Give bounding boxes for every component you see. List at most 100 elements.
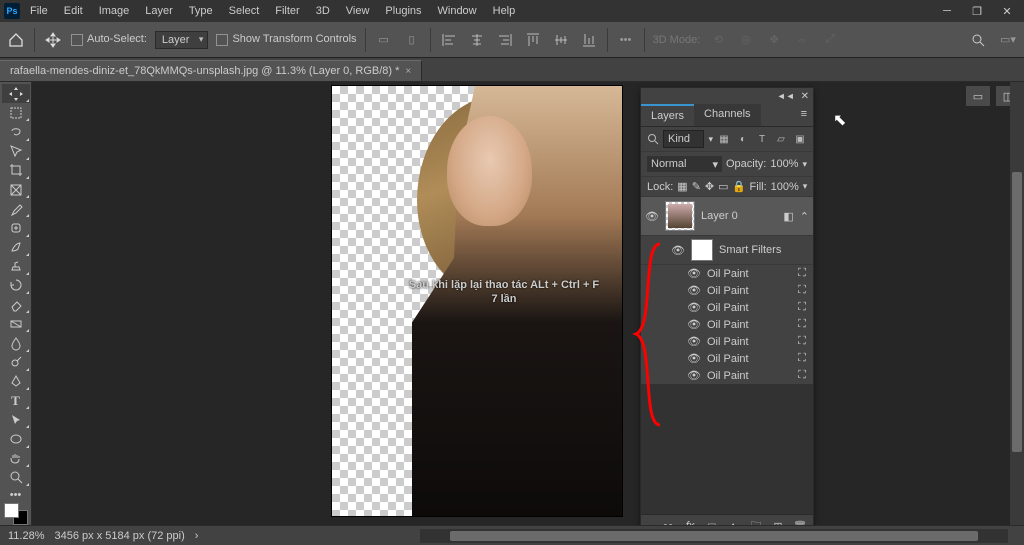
dodge-tool[interactable] — [2, 353, 30, 372]
auto-select-checkbox[interactable]: Auto-Select: — [71, 33, 147, 45]
lock-artboard-icon[interactable]: ▭ — [718, 180, 728, 193]
document-tab[interactable]: rafaella-mendes-diniz-et_78QkMMQs-unspla… — [0, 60, 422, 81]
pen-tool[interactable] — [2, 372, 30, 391]
horizontal-scrollbar[interactable] — [420, 529, 1008, 543]
more-icon[interactable]: ••• — [616, 30, 636, 50]
lasso-tool[interactable] — [2, 122, 30, 141]
smart-filters-row[interactable]: 👁 Smart Filters — [641, 236, 813, 265]
filter-settings-icon[interactable]: ⛶ — [795, 352, 809, 365]
visibility-icon[interactable]: 👁 — [687, 335, 701, 348]
close-button[interactable]: ✕ — [994, 0, 1020, 22]
gradient-tool[interactable] — [2, 314, 30, 333]
visibility-icon[interactable]: 👁 — [645, 210, 659, 223]
color-wells[interactable] — [4, 503, 28, 525]
tab-layers[interactable]: Layers — [641, 104, 694, 126]
filter-type-icon[interactable]: T — [755, 132, 769, 146]
panel-menu-icon[interactable]: ≡ — [795, 104, 813, 126]
crop-tool[interactable] — [2, 161, 30, 180]
hand-tool[interactable] — [2, 449, 30, 468]
shape-tool[interactable] — [2, 429, 30, 448]
smart-filters-mask[interactable] — [691, 239, 713, 261]
zoom-level[interactable]: 11.28% — [8, 530, 45, 542]
visibility-icon[interactable]: 👁 — [687, 318, 701, 331]
filter-settings-icon[interactable]: ⛶ — [795, 369, 809, 382]
fill-value[interactable]: 100% — [771, 181, 799, 193]
visibility-icon[interactable]: 👁 — [671, 244, 685, 257]
filter-row[interactable]: 👁Oil Paint⛶ — [641, 282, 813, 299]
filter-row[interactable]: 👁Oil Paint⛶ — [641, 299, 813, 316]
menu-type[interactable]: Type — [183, 3, 219, 19]
doc-dimensions[interactable]: 3456 px x 5184 px (72 ppi) — [55, 530, 185, 542]
panel-collapse-icon[interactable]: ◄◄ — [777, 91, 795, 101]
healing-tool[interactable] — [2, 218, 30, 237]
search-icon[interactable] — [968, 30, 988, 50]
path-selection-tool[interactable] — [2, 410, 30, 429]
edit-toolbar-icon[interactable]: ••• — [7, 490, 25, 500]
align-middle-icon[interactable] — [551, 30, 571, 50]
auto-select-target-dropdown[interactable]: Layer — [155, 31, 209, 49]
layer-0[interactable]: 👁 Layer 0 ◧ ⌃ — [641, 197, 813, 236]
lock-position-icon[interactable]: ✥ — [705, 180, 714, 193]
foreground-color[interactable] — [4, 503, 19, 518]
document-tab-close-icon[interactable]: × — [405, 66, 411, 77]
home-icon[interactable] — [6, 30, 26, 50]
expand-icon[interactable]: ⌃ — [800, 210, 809, 223]
menu-3d[interactable]: 3D — [310, 3, 336, 19]
type-tool[interactable]: T — [2, 391, 30, 410]
menu-layer[interactable]: Layer — [139, 3, 179, 19]
filter-row[interactable]: 👁Oil Paint⛶ — [641, 333, 813, 350]
marquee-tool[interactable] — [2, 103, 30, 122]
canvas-area[interactable]: Sau khi lặp lại thao tác ALt + Ctrl + F … — [32, 82, 1024, 525]
tab-channels[interactable]: Channels — [694, 104, 760, 126]
lock-all-icon[interactable]: 🔒 — [733, 180, 746, 193]
filter-row[interactable]: 👁Oil Paint⛶ — [641, 265, 813, 282]
lock-transparency-icon[interactable]: ▦ — [677, 180, 687, 193]
artboard-tool-icon[interactable]: ▭ — [966, 86, 990, 106]
layer-thumbnail[interactable] — [665, 201, 695, 231]
filter-settings-icon[interactable]: ⛶ — [795, 318, 809, 331]
status-menu-icon[interactable]: › — [195, 530, 199, 542]
zoom-tool[interactable] — [2, 468, 30, 487]
menu-file[interactable]: File — [24, 3, 54, 19]
clone-stamp-tool[interactable] — [2, 257, 30, 276]
filter-settings-icon[interactable]: ⛶ — [795, 301, 809, 314]
filter-adjust-icon[interactable]: ◐ — [736, 132, 750, 146]
blur-tool[interactable] — [2, 333, 30, 352]
restore-button[interactable]: ❐ — [964, 0, 990, 22]
lock-paint-icon[interactable]: ✎ — [692, 180, 701, 193]
history-brush-tool[interactable] — [2, 276, 30, 295]
eyedropper-tool[interactable] — [2, 199, 30, 218]
menu-window[interactable]: Window — [432, 3, 483, 19]
filter-row[interactable]: 👁Oil Paint⛶ — [641, 350, 813, 367]
frame-tool[interactable] — [2, 180, 30, 199]
visibility-icon[interactable]: 👁 — [687, 267, 701, 280]
align-left-icon[interactable] — [439, 30, 459, 50]
filter-settings-icon[interactable]: ⛶ — [795, 267, 809, 280]
layer-name[interactable]: Layer 0 — [701, 210, 738, 222]
filter-smart-icon[interactable]: ▣ — [793, 132, 807, 146]
align-bottom-icon[interactable] — [579, 30, 599, 50]
minimize-button[interactable]: ─ — [934, 0, 960, 22]
move-tool[interactable] — [2, 84, 30, 103]
menu-select[interactable]: Select — [223, 3, 266, 19]
filter-kind-dropdown[interactable]: Kind — [663, 130, 704, 148]
workspace-switcher-icon[interactable]: ▭▾ — [998, 30, 1018, 50]
align-row-icon[interactable]: ▭ — [374, 30, 394, 50]
align-right-icon[interactable] — [495, 30, 515, 50]
menu-edit[interactable]: Edit — [58, 3, 89, 19]
visibility-icon[interactable]: 👁 — [687, 301, 701, 314]
menu-image[interactable]: Image — [93, 3, 136, 19]
brush-tool[interactable] — [2, 238, 30, 257]
align-center-icon[interactable] — [467, 30, 487, 50]
opacity-value[interactable]: 100% — [770, 158, 798, 170]
align-top-icon[interactable] — [523, 30, 543, 50]
filter-settings-icon[interactable]: ⛶ — [795, 284, 809, 297]
filter-settings-icon[interactable]: ⛶ — [795, 335, 809, 348]
eraser-tool[interactable] — [2, 295, 30, 314]
align-col-icon[interactable]: ▯ — [402, 30, 422, 50]
filter-pixel-icon[interactable]: ▦ — [717, 132, 731, 146]
visibility-icon[interactable]: 👁 — [687, 284, 701, 297]
filter-row[interactable]: 👁Oil Paint⛶ — [641, 316, 813, 333]
menu-filter[interactable]: Filter — [269, 3, 305, 19]
blend-mode-dropdown[interactable]: Normal — [647, 156, 722, 172]
